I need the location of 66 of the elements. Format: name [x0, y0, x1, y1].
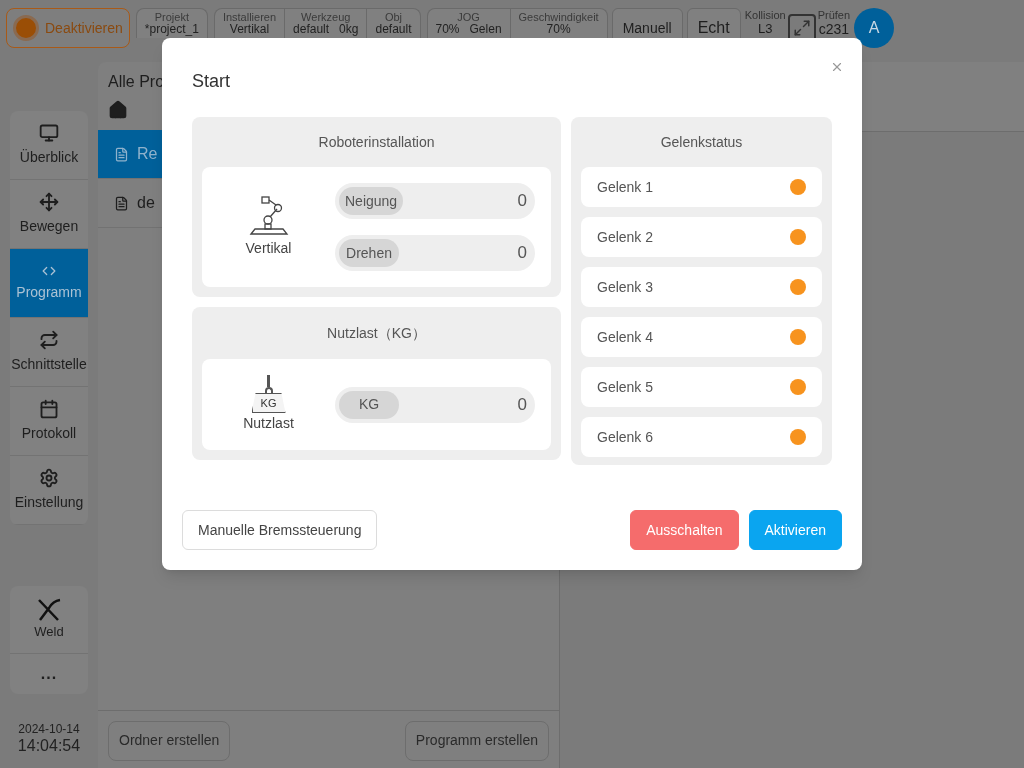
time-text: 14:04:54	[17, 738, 81, 754]
power-status-icon	[13, 15, 39, 41]
robot-arm-icon	[248, 195, 289, 236]
nav-item[interactable]: Einstellung	[10, 456, 88, 525]
plugin-item[interactable]: Weld	[10, 586, 88, 654]
card-title: Roboterinstallation	[317, 133, 436, 152]
field-label: Neigung	[339, 187, 404, 215]
close-icon[interactable]	[830, 60, 844, 74]
status-value: *project_1	[144, 23, 199, 35]
status-value: Vertikal	[229, 23, 270, 35]
joint-row: Gelenk 1	[581, 167, 822, 207]
settings-icon	[39, 467, 59, 488]
status-label: Projekt	[154, 10, 189, 23]
joint-row: Gelenk 3	[581, 267, 822, 307]
action-button[interactable]: Aktivieren	[748, 510, 842, 550]
status-value: default	[375, 23, 412, 35]
check-value: c231	[818, 22, 850, 36]
welding-torch-icon	[36, 597, 62, 622]
collision-label: Kollision	[744, 8, 786, 22]
monitor-icon	[39, 122, 59, 143]
field-value: 0	[517, 393, 527, 416]
home-icon[interactable]	[108, 100, 128, 120]
mount-label: Vertikal	[245, 238, 292, 258]
mount-label: Nutzlast	[243, 414, 294, 433]
status-value: default	[293, 23, 330, 35]
status-label: Installieren	[222, 10, 277, 23]
nav-item[interactable]: Schnittstelle	[10, 318, 88, 387]
value-field[interactable]: Drehen 0	[335, 235, 535, 271]
action-button[interactable]: Manuelle Bremssteuerung	[182, 510, 378, 550]
status-value: 0kg	[339, 23, 359, 35]
status-label: Obj	[384, 10, 403, 23]
nav-item[interactable]: Überblick	[10, 111, 88, 180]
field-label: Drehen	[339, 239, 399, 267]
joint-row: Gelenk 5	[581, 367, 822, 407]
joint-row: Gelenk 2	[581, 217, 822, 257]
status-value: Gelen	[469, 23, 502, 35]
status-label: Werkzeug	[301, 10, 351, 23]
file-icon	[114, 195, 129, 211]
joint-row: Gelenk 6	[581, 417, 822, 457]
status-label: Geschwindigkeit	[518, 10, 599, 23]
user-avatar[interactable]: A	[854, 8, 895, 48]
create-button[interactable]: Ordner erstellen	[108, 720, 231, 761]
file-icon	[114, 146, 129, 162]
action-button[interactable]: Ausschalten	[630, 510, 739, 550]
collision-value: L3	[757, 22, 773, 36]
card-title: Nutzlast（KG）	[326, 324, 427, 343]
field-value: 0	[517, 242, 527, 265]
create-button[interactable]: Programm erstellen	[404, 720, 549, 761]
swap-arrows-icon	[39, 329, 59, 350]
value-field[interactable]: Neigung 0	[335, 183, 535, 219]
field-label: KG	[339, 390, 399, 419]
card-title: Gelenkstatus	[659, 133, 744, 152]
more-item[interactable]: ...	[10, 654, 88, 694]
move-arrows-icon	[39, 191, 59, 212]
field-value: 0	[517, 190, 527, 213]
nav-item[interactable]: Programm	[10, 249, 88, 318]
check-label: Prüfen	[817, 8, 851, 22]
value-field[interactable]: KG 0	[335, 386, 535, 423]
dialog-title: Start	[192, 70, 231, 93]
status-value: 70%	[435, 23, 460, 35]
status-value: 70%	[546, 23, 571, 35]
status-label: JOG	[457, 10, 480, 23]
joint-row: Gelenk 4	[581, 317, 822, 357]
calendar-icon	[39, 398, 59, 419]
nav-item[interactable]: Protokoll	[10, 387, 88, 456]
date-text: 2024-10-14	[18, 721, 80, 738]
